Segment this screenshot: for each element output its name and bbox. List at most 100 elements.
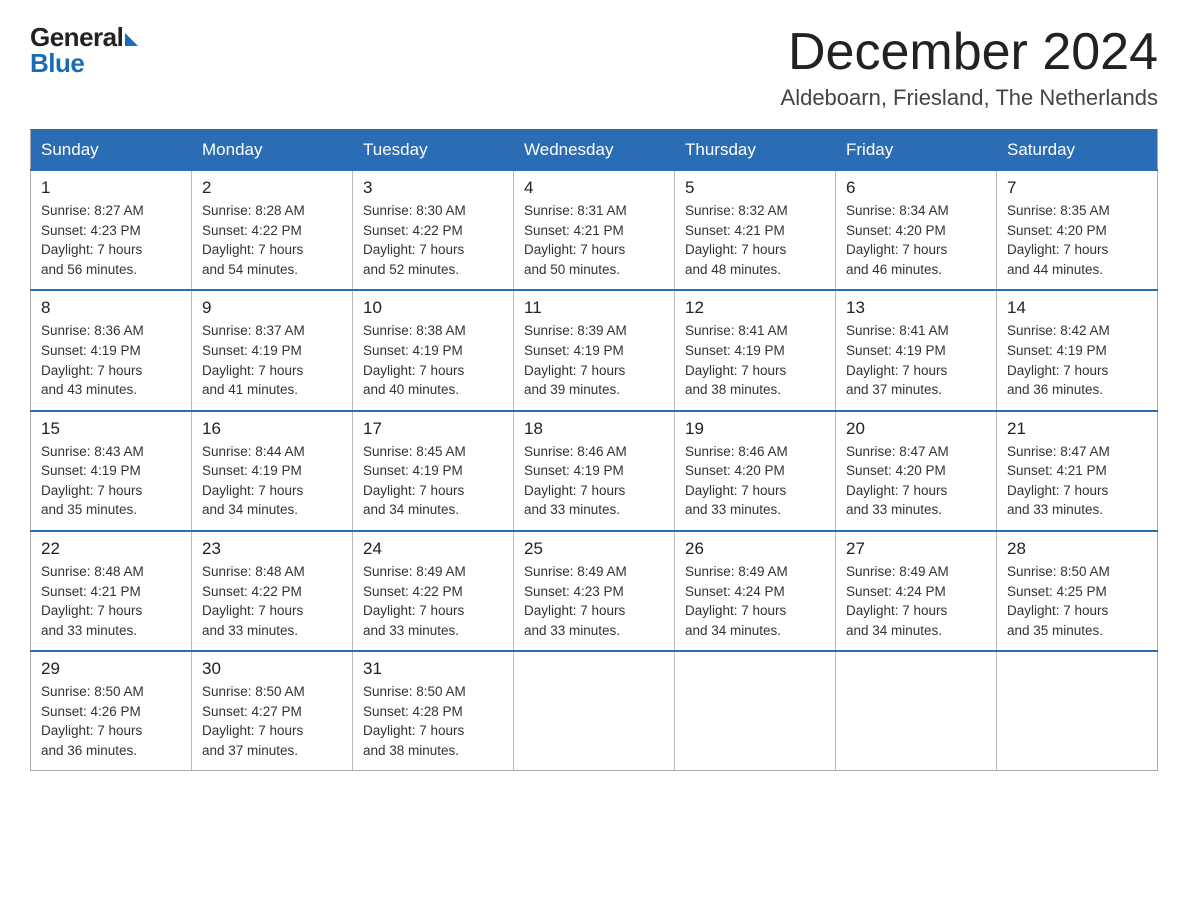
calendar-day-cell: 15Sunrise: 8:43 AMSunset: 4:19 PMDayligh… [31,411,192,531]
day-info: Sunrise: 8:47 AMSunset: 4:21 PMDaylight:… [1007,442,1149,520]
calendar-week-row: 22 Sunrise: 8:48 AMSunset: 4:21 PMDayligh… [31,531,1158,651]
day-info: Sunrise: 8:50 AMSunset: 4:28 PMDaylight:… [363,682,505,760]
weekday-header-friday: Friday [836,130,997,171]
calendar-day-cell: 19Sunrise: 8:46 AMSunset: 4:20 PMDayligh… [675,411,836,531]
day-number: 28 [1007,539,1149,559]
day-info: Sunrise: 8:50 AMSunset: 4:27 PMDaylight:… [202,682,344,760]
logo-triangle-icon [125,33,138,46]
day-number: 21 [1007,419,1149,439]
day-info: Sunrise: 8:44 AMSunset: 4:19 PMDaylight:… [202,442,344,520]
day-info: Sunrise: 8:47 AMSunset: 4:20 PMDaylight:… [846,442,988,520]
weekday-header-wednesday: Wednesday [514,130,675,171]
calendar-day-cell: 16Sunrise: 8:44 AMSunset: 4:19 PMDayligh… [192,411,353,531]
day-info: Sunrise: 8:49 AMSunset: 4:24 PMDaylight:… [846,562,988,640]
day-number: 9 [202,298,344,318]
day-number: 19 [685,419,827,439]
calendar-day-cell: 3 Sunrise: 8:30 AMSunset: 4:22 PMDaylight… [353,170,514,290]
header: General Blue December 2024 Aldeboarn, Fr… [30,24,1158,111]
calendar-day-cell: 22 Sunrise: 8:48 AMSunset: 4:21 PMDayligh… [31,531,192,651]
day-info: Sunrise: 8:27 AMSunset: 4:23 PMDaylight:… [41,201,183,279]
weekday-header-saturday: Saturday [997,130,1158,171]
calendar-day-cell: 21 Sunrise: 8:47 AMSunset: 4:21 PMDayligh… [997,411,1158,531]
title-block: December 2024 Aldeboarn, Friesland, The … [781,24,1158,111]
day-number: 8 [41,298,183,318]
day-number: 5 [685,178,827,198]
calendar-day-cell: 6 Sunrise: 8:34 AMSunset: 4:20 PMDaylight… [836,170,997,290]
day-number: 20 [846,419,988,439]
calendar-day-cell: 26 Sunrise: 8:49 AMSunset: 4:24 PMDayligh… [675,531,836,651]
page: General Blue December 2024 Aldeboarn, Fr… [0,0,1188,791]
day-number: 4 [524,178,666,198]
calendar-week-row: 8Sunrise: 8:36 AMSunset: 4:19 PMDaylight… [31,290,1158,410]
day-info: Sunrise: 8:49 AMSunset: 4:23 PMDaylight:… [524,562,666,640]
calendar-day-cell: 28Sunrise: 8:50 AMSunset: 4:25 PMDayligh… [997,531,1158,651]
day-number: 27 [846,539,988,559]
calendar-day-cell: 1 Sunrise: 8:27 AMSunset: 4:23 PMDaylight… [31,170,192,290]
calendar-day-cell: 9Sunrise: 8:37 AMSunset: 4:19 PMDaylight… [192,290,353,410]
day-info: Sunrise: 8:42 AMSunset: 4:19 PMDaylight:… [1007,321,1149,399]
day-number: 17 [363,419,505,439]
day-info: Sunrise: 8:38 AMSunset: 4:19 PMDaylight:… [363,321,505,399]
day-number: 14 [1007,298,1149,318]
weekday-header-row: SundayMondayTuesdayWednesdayThursdayFrid… [31,130,1158,171]
day-info: Sunrise: 8:49 AMSunset: 4:24 PMDaylight:… [685,562,827,640]
calendar-empty-cell [675,651,836,771]
day-info: Sunrise: 8:28 AMSunset: 4:22 PMDaylight:… [202,201,344,279]
day-number: 26 [685,539,827,559]
logo-blue: Blue [30,50,84,76]
calendar-week-row: 15Sunrise: 8:43 AMSunset: 4:19 PMDayligh… [31,411,1158,531]
day-info: Sunrise: 8:46 AMSunset: 4:19 PMDaylight:… [524,442,666,520]
calendar-empty-cell [997,651,1158,771]
day-number: 18 [524,419,666,439]
calendar-day-cell: 5 Sunrise: 8:32 AMSunset: 4:21 PMDaylight… [675,170,836,290]
day-info: Sunrise: 8:48 AMSunset: 4:21 PMDaylight:… [41,562,183,640]
day-number: 6 [846,178,988,198]
day-number: 12 [685,298,827,318]
calendar-day-cell: 23 Sunrise: 8:48 AMSunset: 4:22 PMDayligh… [192,531,353,651]
calendar-day-cell: 13 Sunrise: 8:41 AMSunset: 4:19 PMDayligh… [836,290,997,410]
day-number: 31 [363,659,505,679]
calendar-day-cell: 12 Sunrise: 8:41 AMSunset: 4:19 PMDayligh… [675,290,836,410]
weekday-header-thursday: Thursday [675,130,836,171]
weekday-header-sunday: Sunday [31,130,192,171]
day-number: 10 [363,298,505,318]
calendar-day-cell: 17 Sunrise: 8:45 AMSunset: 4:19 PMDayligh… [353,411,514,531]
day-info: Sunrise: 8:49 AMSunset: 4:22 PMDaylight:… [363,562,505,640]
location-subtitle: Aldeboarn, Friesland, The Netherlands [781,85,1158,111]
day-info: Sunrise: 8:41 AMSunset: 4:19 PMDaylight:… [685,321,827,399]
day-number: 25 [524,539,666,559]
calendar-day-cell: 10 Sunrise: 8:38 AMSunset: 4:19 PMDayligh… [353,290,514,410]
day-number: 22 [41,539,183,559]
day-number: 3 [363,178,505,198]
logo-general: General [30,24,123,50]
weekday-header-monday: Monday [192,130,353,171]
calendar-day-cell: 20 Sunrise: 8:47 AMSunset: 4:20 PMDayligh… [836,411,997,531]
day-number: 23 [202,539,344,559]
day-number: 24 [363,539,505,559]
day-info: Sunrise: 8:48 AMSunset: 4:22 PMDaylight:… [202,562,344,640]
calendar-day-cell: 11Sunrise: 8:39 AMSunset: 4:19 PMDayligh… [514,290,675,410]
day-info: Sunrise: 8:34 AMSunset: 4:20 PMDaylight:… [846,201,988,279]
month-title: December 2024 [781,24,1158,81]
day-number: 2 [202,178,344,198]
calendar-day-cell: 7Sunrise: 8:35 AMSunset: 4:20 PMDaylight… [997,170,1158,290]
day-info: Sunrise: 8:50 AMSunset: 4:26 PMDaylight:… [41,682,183,760]
calendar-day-cell: 25 Sunrise: 8:49 AMSunset: 4:23 PMDayligh… [514,531,675,651]
calendar-day-cell: 4Sunrise: 8:31 AMSunset: 4:21 PMDaylight… [514,170,675,290]
day-info: Sunrise: 8:32 AMSunset: 4:21 PMDaylight:… [685,201,827,279]
day-number: 13 [846,298,988,318]
calendar-day-cell: 14 Sunrise: 8:42 AMSunset: 4:19 PMDayligh… [997,290,1158,410]
day-info: Sunrise: 8:41 AMSunset: 4:19 PMDaylight:… [846,321,988,399]
day-number: 30 [202,659,344,679]
day-number: 1 [41,178,183,198]
day-info: Sunrise: 8:45 AMSunset: 4:19 PMDaylight:… [363,442,505,520]
calendar-week-row: 1 Sunrise: 8:27 AMSunset: 4:23 PMDaylight… [31,170,1158,290]
day-number: 15 [41,419,183,439]
calendar-table: SundayMondayTuesdayWednesdayThursdayFrid… [30,129,1158,771]
day-number: 7 [1007,178,1149,198]
weekday-header-tuesday: Tuesday [353,130,514,171]
calendar-day-cell: 29 Sunrise: 8:50 AMSunset: 4:26 PMDayligh… [31,651,192,771]
day-info: Sunrise: 8:30 AMSunset: 4:22 PMDaylight:… [363,201,505,279]
day-number: 29 [41,659,183,679]
calendar-day-cell: 24 Sunrise: 8:49 AMSunset: 4:22 PMDayligh… [353,531,514,651]
